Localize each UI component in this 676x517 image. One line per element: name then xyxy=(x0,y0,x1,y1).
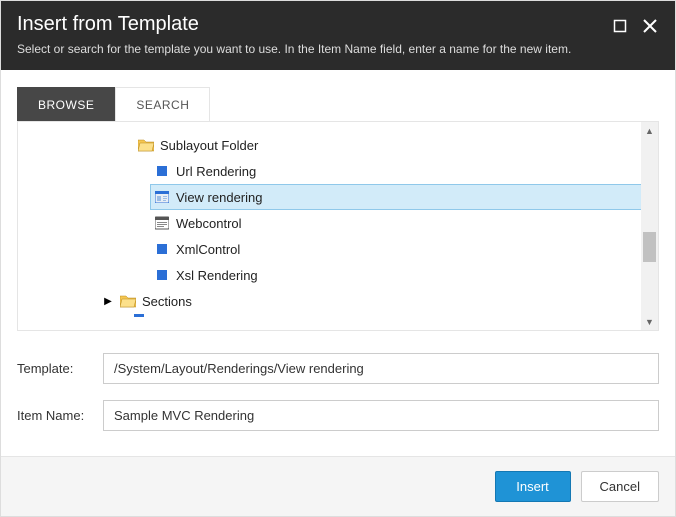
rendering-icon xyxy=(154,241,170,257)
tree-node-xmlcontrol[interactable]: XmlControl xyxy=(150,236,658,262)
tree-node-sublayout-folder[interactable]: Sublayout Folder xyxy=(134,132,658,158)
template-tree: Sublayout Folder Url Rendering View rend… xyxy=(18,122,658,330)
tree-label: Xsl Rendering xyxy=(176,268,258,283)
tree-node-webcontrol[interactable]: Webcontrol xyxy=(150,210,658,236)
folder-icon xyxy=(138,137,154,153)
rendering-icon xyxy=(154,163,170,179)
template-label: Template: xyxy=(17,361,95,376)
tree-partial-row xyxy=(134,314,658,326)
tab-search[interactable]: SEARCH xyxy=(115,87,210,122)
header-text: Insert from Template Select or search fo… xyxy=(17,13,611,56)
tree-label: Sections xyxy=(142,294,192,309)
rendering-icon xyxy=(154,267,170,283)
tree-node-view-rendering[interactable]: View rendering xyxy=(150,184,658,210)
dialog-header: Insert from Template Select or search fo… xyxy=(1,1,675,70)
dialog-title: Insert from Template xyxy=(17,13,611,36)
itemname-input[interactable] xyxy=(103,400,659,431)
vertical-scrollbar[interactable]: ▲ ▼ xyxy=(641,122,658,330)
maximize-icon[interactable] xyxy=(611,17,629,35)
itemname-row: Item Name: xyxy=(17,400,659,431)
scroll-up-icon[interactable]: ▲ xyxy=(641,122,658,139)
dialog-footer: Insert Cancel xyxy=(1,456,675,516)
scroll-down-icon[interactable]: ▼ xyxy=(641,313,658,330)
tab-bar: BROWSE SEARCH xyxy=(1,70,675,121)
cancel-button[interactable]: Cancel xyxy=(581,471,659,502)
tab-browse[interactable]: BROWSE xyxy=(17,87,115,122)
header-controls xyxy=(611,13,659,35)
tree-node-url-rendering[interactable]: Url Rendering xyxy=(150,158,658,184)
scroll-thumb[interactable] xyxy=(643,232,656,262)
template-row: Template: xyxy=(17,353,659,384)
tree-label: Sublayout Folder xyxy=(160,138,258,153)
expand-caret-icon[interactable]: ▶ xyxy=(102,296,114,307)
view-rendering-icon xyxy=(154,189,170,205)
tree-label: XmlControl xyxy=(176,242,240,257)
insert-button[interactable]: Insert xyxy=(495,471,571,502)
tree-label: Url Rendering xyxy=(176,164,256,179)
webcontrol-icon xyxy=(154,215,170,231)
tree-label: Webcontrol xyxy=(176,216,242,231)
close-icon[interactable] xyxy=(641,17,659,35)
tree-node-sections[interactable]: ▶ Sections xyxy=(98,288,658,314)
template-input[interactable] xyxy=(103,353,659,384)
tree-label: View rendering xyxy=(176,190,262,205)
form-area: Template: Item Name: xyxy=(1,331,675,431)
itemname-label: Item Name: xyxy=(17,408,95,423)
insert-from-template-dialog: Insert from Template Select or search fo… xyxy=(0,0,676,517)
tree-node-xsl-rendering[interactable]: Xsl Rendering xyxy=(150,262,658,288)
folder-icon xyxy=(120,293,136,309)
template-tree-panel: Sublayout Folder Url Rendering View rend… xyxy=(17,121,659,331)
dialog-subtitle: Select or search for the template you wa… xyxy=(17,42,611,56)
